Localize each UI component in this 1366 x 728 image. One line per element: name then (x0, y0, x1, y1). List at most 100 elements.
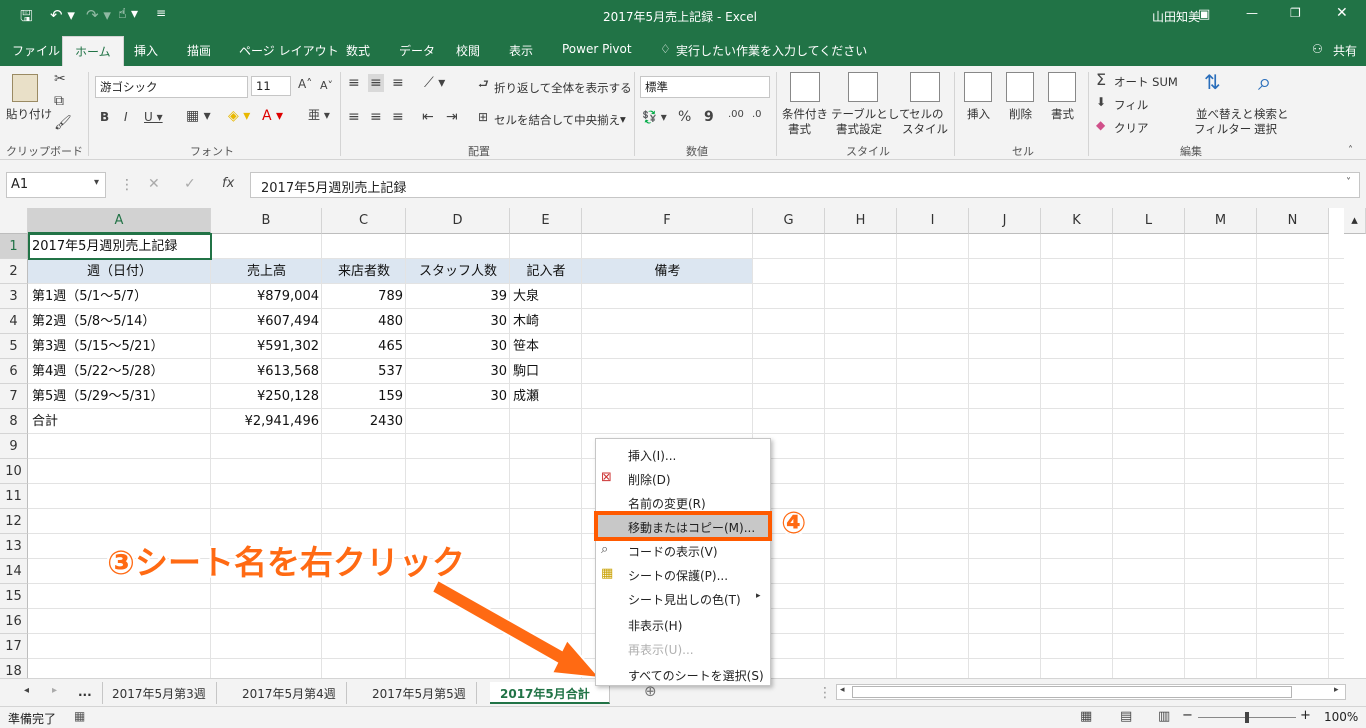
autosum-icon[interactable]: Σ (1096, 72, 1106, 88)
paste-button[interactable]: 貼り付け (6, 106, 52, 122)
name-box[interactable]: A1 (6, 172, 106, 198)
table-cell[interactable]: 537 (322, 359, 406, 384)
table-cell[interactable]: 39 (406, 284, 510, 309)
tab-data[interactable]: データ (399, 42, 435, 59)
row-header[interactable]: 16 (0, 609, 28, 634)
table-cell[interactable]: 木崎 (510, 309, 542, 334)
row-header[interactable]: 11 (0, 484, 28, 509)
column-header-a[interactable]: A (28, 208, 211, 234)
sheet-tab-more[interactable]: ... (68, 682, 103, 704)
column-header-i[interactable]: I (897, 208, 969, 234)
sheet-tab[interactable]: 2017年5月第5週 (362, 682, 477, 704)
comma-icon[interactable]: 9 (704, 110, 714, 124)
restore-icon[interactable]: ❐ (1290, 6, 1301, 20)
table-cell[interactable]: ¥591,302 (211, 334, 322, 359)
column-header-g[interactable]: G (753, 208, 825, 234)
zoom-slider-thumb[interactable] (1245, 712, 1249, 723)
orientation-icon[interactable]: ⟋ ▾ (424, 76, 445, 90)
cut-icon[interactable]: ✂ (54, 72, 66, 86)
cell-a1[interactable]: 2017年5月週別売上記録 (29, 234, 180, 259)
table-cell[interactable]: 789 (322, 284, 406, 309)
bold-icon[interactable]: B (100, 111, 109, 123)
column-header-l[interactable]: L (1113, 208, 1185, 234)
table-cell[interactable]: 第4週（5/22～5/28） (29, 359, 167, 384)
row-header[interactable]: 8 (0, 409, 28, 434)
tell-me-box[interactable]: 実行したい作業を入力してください (676, 42, 867, 59)
tab-formulas[interactable]: 数式 (346, 42, 370, 59)
table-cell[interactable]: 480 (322, 309, 406, 334)
header-week[interactable]: 週（日付） (28, 259, 211, 284)
merge-dropdown-icon[interactable]: ▾ (620, 112, 626, 126)
close-icon[interactable]: ✕ (1336, 5, 1348, 21)
tab-power-pivot[interactable]: Power Pivot (562, 42, 632, 56)
hscroll-left-icon[interactable]: ◂ (840, 686, 845, 695)
delete-cells-button[interactable]: 削除 (1009, 106, 1032, 122)
table-cell[interactable]: 30 (406, 309, 510, 334)
align-center-icon[interactable]: ≡ (370, 110, 382, 124)
tab-home[interactable]: ホーム (62, 36, 124, 66)
redo-icon[interactable]: ↷ ▾ (86, 6, 111, 24)
header-notes[interactable]: 備考 (582, 259, 753, 284)
touch-mode-icon[interactable]: ☝ ▾ (118, 6, 138, 22)
new-sheet-icon[interactable]: ⊕ (644, 684, 657, 699)
row-header[interactable]: 14 (0, 559, 28, 584)
tab-insert[interactable]: 挿入 (134, 42, 158, 59)
delete-cells-icon[interactable] (1006, 72, 1034, 102)
align-right-icon[interactable]: ≡ (392, 110, 404, 124)
sheet-tab[interactable]: 2017年5月第3週 (102, 682, 217, 704)
underline-icon[interactable]: U ▾ (144, 111, 163, 123)
paste-icon[interactable] (12, 74, 38, 102)
normal-view-icon[interactable]: ▦ (1080, 709, 1092, 724)
format-as-table-icon[interactable] (848, 72, 878, 102)
column-header-e[interactable]: E (510, 208, 582, 234)
fill-button[interactable]: フィル (1114, 97, 1148, 113)
find-select-label1[interactable]: 検索と (1254, 106, 1289, 122)
row-header[interactable]: 1 (0, 234, 28, 259)
menu-item-rename[interactable]: 名前の変更(R) (628, 495, 706, 512)
table-cell[interactable]: 30 (406, 384, 510, 409)
minimize-icon[interactable]: — (1246, 6, 1258, 20)
find-select-icon[interactable]: ⌕ (1258, 70, 1271, 94)
zoom-out-icon[interactable]: − (1182, 708, 1193, 723)
table-cell[interactable]: 465 (322, 334, 406, 359)
header-staff[interactable]: スタッフ人数 (406, 259, 510, 284)
page-layout-view-icon[interactable]: ▤ (1120, 709, 1132, 724)
total-sales-cell[interactable]: ¥2,941,496 (211, 409, 322, 434)
font-name-box[interactable]: 游ゴシック (95, 76, 248, 98)
header-sales[interactable]: 売上高 (211, 259, 322, 284)
cancel-icon[interactable]: ✕ (148, 177, 160, 191)
table-cell[interactable]: 30 (406, 359, 510, 384)
conditional-format-label2[interactable]: 書式 (788, 121, 811, 137)
column-header-f[interactable]: F (582, 208, 753, 234)
table-cell[interactable]: 笹本 (510, 334, 542, 359)
select-all-corner[interactable] (0, 208, 28, 234)
page-break-view-icon[interactable]: ▥ (1158, 709, 1170, 724)
format-cells-button[interactable]: 書式 (1051, 106, 1074, 122)
fill-icon[interactable]: ⬇ (1096, 96, 1106, 108)
align-top-icon[interactable]: ≡ (348, 76, 360, 90)
total-label-cell[interactable]: 合計 (29, 409, 61, 434)
undo-icon[interactable]: ↶ ▾ (50, 6, 75, 24)
row-header[interactable]: 9 (0, 434, 28, 459)
conditional-format-label1[interactable]: 条件付き (782, 106, 828, 122)
menu-item-select-all[interactable]: すべてのシートを選択(S) (628, 667, 764, 684)
sort-filter-label2[interactable]: フィルター (1194, 121, 1251, 137)
column-header-j[interactable]: J (969, 208, 1041, 234)
table-cell[interactable]: 第1週（5/1～5/7） (29, 284, 150, 309)
sheet-tab[interactable]: 2017年5月第4週 (232, 682, 347, 704)
clear-button[interactable]: クリア (1114, 120, 1149, 136)
row-header[interactable]: 12 (0, 509, 28, 534)
wrap-text-button[interactable]: 折り返して全体を表示する (494, 80, 632, 96)
macro-record-icon[interactable]: ▦ (74, 709, 85, 723)
format-cells-icon[interactable] (1048, 72, 1076, 102)
user-name[interactable]: 山田知美 (1152, 8, 1200, 25)
increase-font-icon[interactable]: A˄ (298, 78, 312, 90)
menu-item-delete[interactable]: 削除(D) (628, 471, 671, 488)
enter-icon[interactable]: ✓ (184, 177, 196, 191)
scroll-right-icon[interactable]: ▸ (52, 686, 57, 696)
customize-qat-icon[interactable]: ≡ (156, 6, 166, 20)
find-select-label2[interactable]: 選択 (1254, 121, 1277, 137)
row-header[interactable]: 13 (0, 534, 28, 559)
sheet-tab-active[interactable]: 2017年5月合計 (490, 682, 610, 704)
formula-input[interactable]: 2017年5月週別売上記録 (250, 172, 1360, 198)
